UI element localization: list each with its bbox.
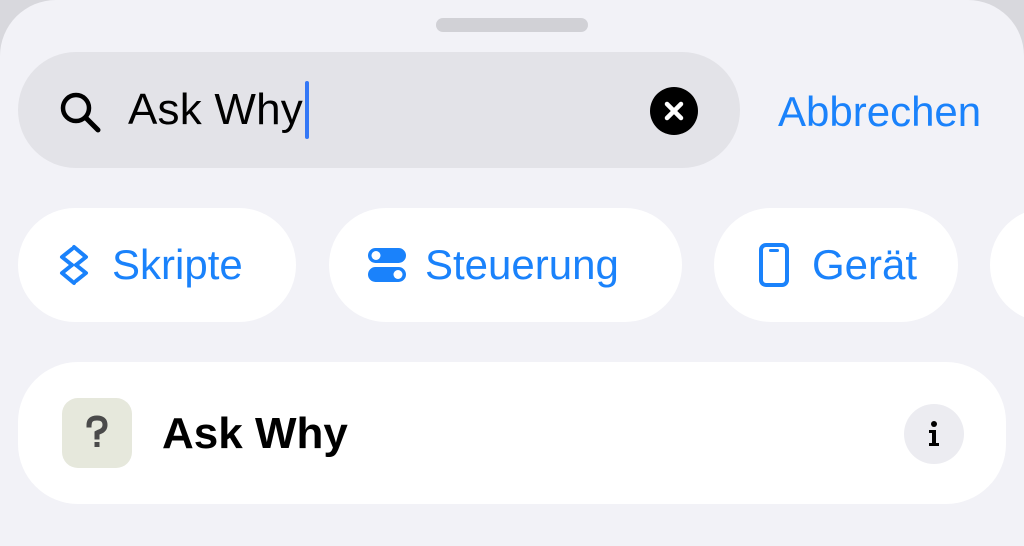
category-chip-device[interactable]: Gerät — [714, 208, 958, 322]
clear-search-button[interactable] — [650, 87, 698, 135]
phone-device-icon — [752, 243, 796, 287]
search-input[interactable]: Ask Why — [128, 80, 309, 140]
question-mark-app-icon — [62, 398, 132, 468]
toggle-controls-icon — [365, 243, 409, 287]
info-icon — [929, 421, 939, 446]
text-caret — [304, 81, 309, 139]
result-title: Ask Why — [162, 409, 348, 458]
search-query-text: Ask Why — [128, 85, 303, 134]
search-result-row[interactable]: Ask Why — [18, 362, 1006, 504]
search-sheet: Ask Why Abbrechen Skripte Steuerung Gerä… — [0, 0, 1024, 546]
category-chip-scripts[interactable]: Skripte — [18, 208, 296, 322]
close-icon — [664, 101, 684, 121]
sheet-grabber[interactable] — [436, 18, 588, 32]
category-label: Gerät — [812, 241, 918, 288]
category-chip-more[interactable] — [990, 208, 1024, 322]
info-button[interactable] — [904, 404, 964, 464]
category-label: Skripte — [112, 241, 243, 288]
cancel-button[interactable]: Abbrechen — [778, 84, 981, 140]
search-field[interactable]: Ask Why — [18, 52, 740, 168]
category-chip-controls[interactable]: Steuerung — [329, 208, 682, 322]
category-label: Steuerung — [425, 241, 619, 288]
search-icon — [60, 92, 101, 133]
scripts-icon — [52, 243, 96, 287]
